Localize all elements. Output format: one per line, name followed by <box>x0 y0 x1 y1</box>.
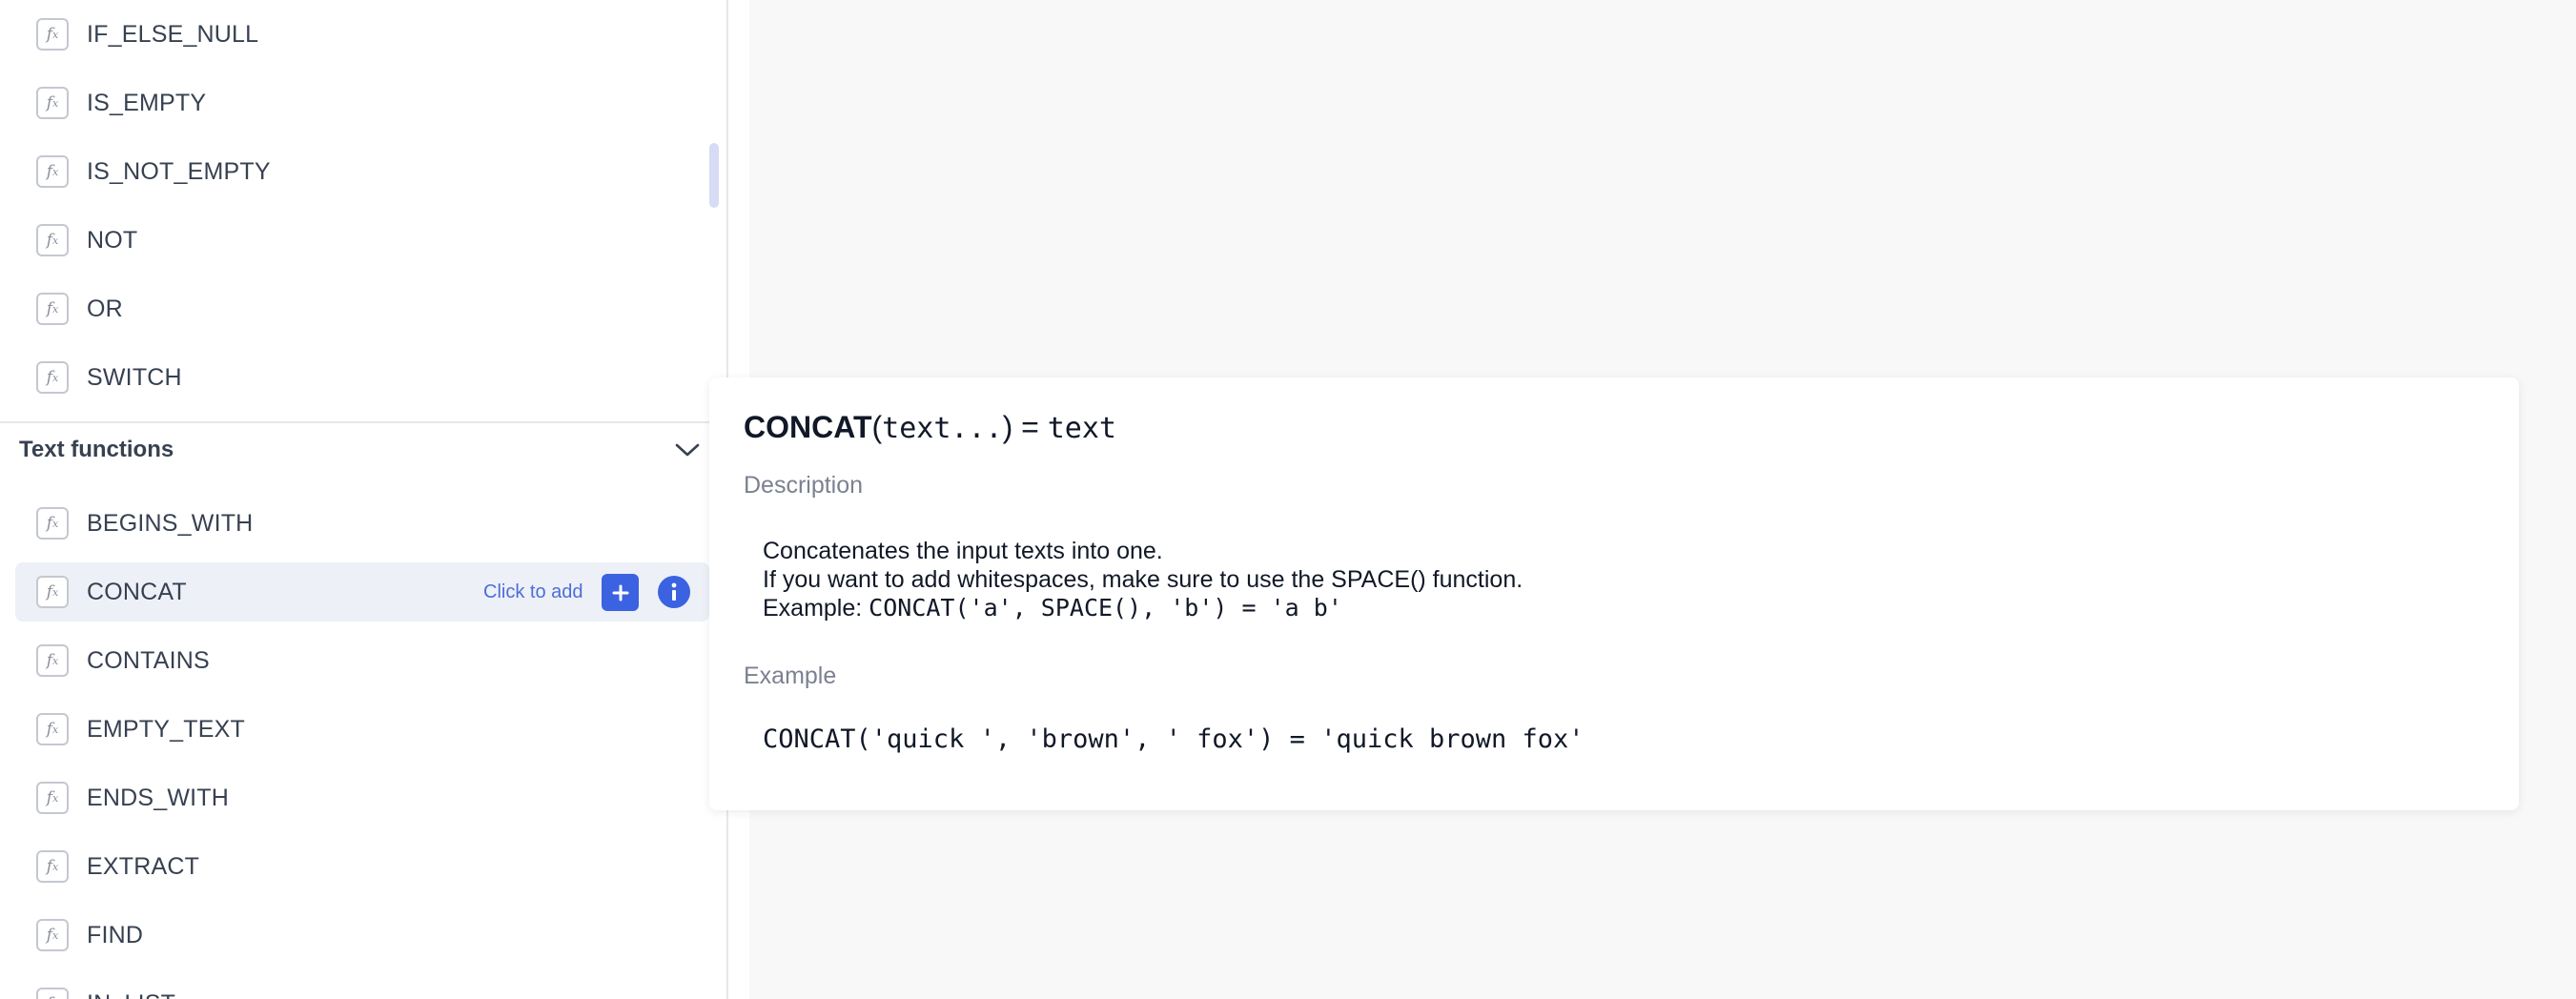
function-item-empty-text[interactable]: fx EMPTY_TEXT <box>15 700 709 759</box>
signature-paren-close: ) <box>1002 410 1013 444</box>
function-icon: fx <box>36 361 69 394</box>
function-item-find[interactable]: fx FIND <box>15 906 709 965</box>
function-item-is-not-empty[interactable]: fx IS_NOT_EMPTY <box>15 142 709 201</box>
function-label: ENDS_WITH <box>87 784 230 811</box>
text-functions-section-header[interactable]: Text functions <box>0 421 726 479</box>
example-code: CONCAT('quick ', 'brown', ' fox') = 'qui… <box>763 724 1584 754</box>
function-item-extract[interactable]: fx EXTRACT <box>15 837 709 896</box>
function-label: IN_LIST <box>87 990 175 999</box>
function-label: BEGINS_WITH <box>87 509 254 537</box>
function-item-if-else-null[interactable]: fx IF_ELSE_NULL <box>15 5 709 64</box>
plus-icon <box>612 584 628 601</box>
description-line: Example: CONCAT('a', SPACE(), 'b') = 'a … <box>763 594 1523 622</box>
signature-name: CONCAT <box>744 410 872 444</box>
function-icon: fx <box>36 18 69 51</box>
function-label: SWITCH <box>87 363 182 391</box>
function-label: IF_ELSE_NULL <box>87 20 259 48</box>
function-label: CONTAINS <box>87 646 210 674</box>
description-text: Concatenates the input texts into one. I… <box>763 537 1523 622</box>
function-icon: fx <box>36 644 69 677</box>
function-icon: fx <box>36 293 69 325</box>
scrollbar-thumb[interactable] <box>709 143 719 208</box>
signature-args: text... <box>882 412 1003 445</box>
description-label: Description <box>744 472 864 499</box>
function-item-concat[interactable]: fx CONCAT Click to add <box>15 562 709 622</box>
function-label: EMPTY_TEXT <box>87 715 245 743</box>
function-icon: fx <box>36 988 69 999</box>
click-to-add-hint[interactable]: Click to add <box>483 581 583 603</box>
function-item-contains[interactable]: fx CONTAINS <box>15 631 709 690</box>
function-icon: fx <box>36 224 69 256</box>
function-icon: fx <box>36 155 69 188</box>
function-icon: fx <box>36 576 69 608</box>
description-line: If you want to add whitespaces, make sur… <box>763 566 1523 593</box>
function-label: OR <box>87 295 123 322</box>
function-icon: fx <box>36 919 69 951</box>
info-icon <box>671 582 677 601</box>
description-example-code: CONCAT('a', SPACE(), 'b') = 'a b' <box>869 594 1342 622</box>
description-example-prefix: Example: <box>763 595 869 622</box>
function-list-panel: fx IF_ELSE_NULL fx IS_EMPTY fx IS_NOT_EM… <box>0 0 728 999</box>
function-item-not[interactable]: fx NOT <box>15 211 709 270</box>
section-title: Text functions <box>19 437 174 462</box>
description-line: Concatenates the input texts into one. <box>763 538 1163 564</box>
example-label: Example <box>744 663 837 689</box>
function-item-ends-with[interactable]: fx ENDS_WITH <box>15 768 709 827</box>
signature-return-type: text <box>1047 412 1116 445</box>
chevron-down-icon[interactable] <box>673 440 702 459</box>
function-signature: CONCAT(text...) = text <box>744 410 1116 445</box>
function-label: IS_EMPTY <box>87 89 207 116</box>
function-info-button[interactable] <box>658 576 690 608</box>
function-item-or[interactable]: fx OR <box>15 279 709 338</box>
function-item-begins-with[interactable]: fx BEGINS_WITH <box>15 494 709 553</box>
function-icon: fx <box>36 713 69 745</box>
function-icon: fx <box>36 850 69 883</box>
function-info-popup: CONCAT(text...) = text Description Conca… <box>709 377 2519 810</box>
signature-equals: = <box>1012 410 1048 444</box>
function-icon: fx <box>36 507 69 540</box>
function-label: CONCAT <box>87 578 187 605</box>
add-function-button[interactable] <box>602 574 639 611</box>
signature-paren-open: ( <box>871 410 883 444</box>
function-label: NOT <box>87 226 138 254</box>
function-icon: fx <box>36 782 69 814</box>
function-label: IS_NOT_EMPTY <box>87 157 271 185</box>
function-label: FIND <box>87 921 144 948</box>
function-item-is-empty[interactable]: fx IS_EMPTY <box>15 73 709 133</box>
function-item-in-list[interactable]: fx IN_LIST <box>15 974 709 999</box>
function-label: EXTRACT <box>87 852 200 880</box>
function-item-switch[interactable]: fx SWITCH <box>15 348 709 407</box>
function-icon: fx <box>36 87 69 119</box>
